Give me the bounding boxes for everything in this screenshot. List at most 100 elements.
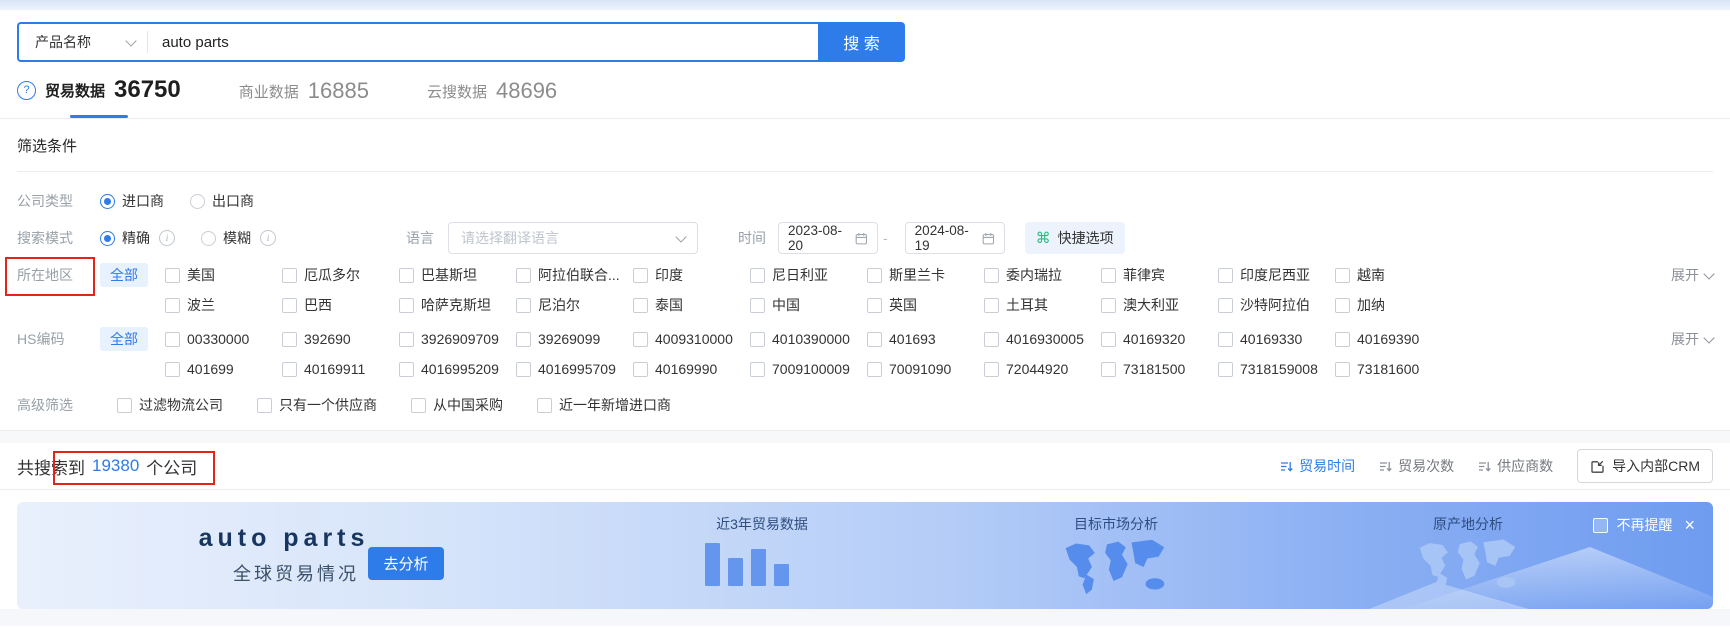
info-icon[interactable]: i	[159, 230, 175, 246]
region-checkbox[interactable]: 美国	[165, 260, 282, 290]
end-date-picker[interactable]: 2024-08-19	[904, 222, 1005, 254]
checkbox-icon	[399, 331, 414, 347]
checkbox-label: 尼日利亚	[772, 267, 828, 283]
region-checkbox[interactable]: 中国	[750, 290, 867, 320]
region-checkbox[interactable]: 澳大利亚	[1101, 290, 1218, 320]
region-checkbox[interactable]: 印度尼西亚	[1218, 260, 1335, 290]
checkbox-icon	[984, 297, 999, 313]
hs-code-checkbox[interactable]: 40169911	[282, 354, 399, 384]
checkbox-label: 4009310000	[655, 331, 733, 347]
radio-importer[interactable]: 进口商	[100, 186, 164, 216]
advanced-checkbox[interactable]: 只有一个供应商	[257, 390, 377, 420]
region-expand-link[interactable]: 展开	[1671, 265, 1715, 285]
search-category-select[interactable]: 产品名称	[19, 32, 147, 52]
radio-exact[interactable]: 精确 i	[100, 223, 175, 253]
region-checkbox[interactable]: 巴西	[282, 290, 399, 320]
checkbox-icon	[633, 267, 648, 283]
hs-all-chip[interactable]: 全部	[100, 327, 148, 351]
region-checkbox[interactable]: 越南	[1335, 260, 1452, 290]
hs-code-checkbox[interactable]: 4016995709	[516, 354, 633, 384]
region-checkbox[interactable]: 加纳	[1335, 290, 1452, 320]
region-checkbox[interactable]: 英国	[867, 290, 984, 320]
radio-fuzzy[interactable]: 模糊 i	[201, 223, 276, 253]
language-select[interactable]: 请选择翻译语言	[448, 222, 698, 254]
checkbox-label: 00330000	[187, 331, 250, 347]
search-button[interactable]: 搜 索	[818, 22, 905, 62]
hs-code-checkbox[interactable]: 00330000	[165, 324, 282, 354]
hs-expand-link[interactable]: 展开	[1671, 329, 1715, 349]
bar	[705, 543, 720, 586]
region-checkbox[interactable]: 土耳其	[984, 290, 1101, 320]
advanced-checkbox[interactable]: 近一年新增进口商	[537, 390, 671, 420]
region-checkbox[interactable]: 印度	[633, 260, 750, 290]
hs-code-checkbox[interactable]: 72044920	[984, 354, 1101, 384]
start-date-picker[interactable]: 2023-08-20	[778, 222, 878, 254]
hs-code-checkbox[interactable]: 70091090	[867, 354, 984, 384]
checkbox-icon	[984, 267, 999, 283]
region-checkbox[interactable]: 斯里兰卡	[867, 260, 984, 290]
radio-exporter[interactable]: 出口商	[190, 186, 254, 216]
tab-business-data[interactable]: 商业数据 16885	[239, 78, 369, 118]
checkbox-label: 392690	[304, 331, 351, 347]
close-icon[interactable]: ×	[1684, 516, 1695, 534]
hs-code-checkbox[interactable]: 40169990	[633, 354, 750, 384]
region-checkbox[interactable]: 哈萨克斯坦	[399, 290, 516, 320]
region-checkbox[interactable]: 菲律宾	[1101, 260, 1218, 290]
checkbox-icon	[1218, 267, 1233, 283]
hs-code-checkbox[interactable]: 3926909709	[399, 324, 516, 354]
region-checkbox[interactable]: 阿拉伯联合...	[516, 260, 633, 290]
language-placeholder: 请选择翻译语言	[461, 230, 559, 246]
region-checkbox[interactable]: 委内瑞拉	[984, 260, 1101, 290]
region-checkbox[interactable]: 泰国	[633, 290, 750, 320]
sort-by-supplier-count[interactable]: 供应商数	[1478, 456, 1553, 476]
checkbox-label: 委内瑞拉	[1006, 267, 1062, 283]
sort-by-trade-count[interactable]: 贸易次数	[1379, 456, 1454, 476]
quick-options-button[interactable]: ⌘ 快捷选项	[1024, 222, 1125, 254]
hs-code-checkbox[interactable]: 40169320	[1101, 324, 1218, 354]
checkbox-label: 巴西	[304, 297, 332, 313]
hs-code-checkbox[interactable]: 4016930005	[984, 324, 1101, 354]
region-checkbox[interactable]: 巴基斯坦	[399, 260, 516, 290]
hs-code-checkbox[interactable]: 40169390	[1335, 324, 1452, 354]
hs-code-checkbox[interactable]: 392690	[282, 324, 399, 354]
checkbox-icon	[867, 267, 882, 283]
dismiss-label: 不再提醒	[1616, 517, 1673, 533]
checkbox-label: 70091090	[889, 361, 952, 377]
chevron-down-icon	[675, 230, 687, 243]
hs-code-checkbox[interactable]: 73181500	[1101, 354, 1218, 384]
advanced-checkbox[interactable]: 过滤物流公司	[117, 390, 223, 420]
region-checkbox[interactable]: 尼日利亚	[750, 260, 867, 290]
region-checkbox[interactable]: 波兰	[165, 290, 282, 320]
hs-code-checkbox[interactable]: 401699	[165, 354, 282, 384]
go-analyze-button[interactable]: 去分析	[368, 547, 444, 580]
search-input[interactable]	[148, 33, 818, 51]
radio-label: 进口商	[122, 193, 164, 209]
hs-code-checkbox[interactable]: 4009310000	[633, 324, 750, 354]
hs-code-checkbox[interactable]: 7318159008	[1218, 354, 1335, 384]
checkbox-label: 印度尼西亚	[1240, 267, 1310, 283]
hs-code-checkbox[interactable]: 401693	[867, 324, 984, 354]
tab-trade-data[interactable]: ? 贸易数据 36750	[17, 76, 181, 118]
checkbox-icon	[1218, 331, 1233, 347]
region-checkbox[interactable]: 厄瓜多尔	[282, 260, 399, 290]
region-checkbox[interactable]: 尼泊尔	[516, 290, 633, 320]
hs-code-checkbox[interactable]: 73181600	[1335, 354, 1452, 384]
results-summary: 共搜索到 19380 个公司	[17, 456, 198, 478]
checkbox-label: 澳大利亚	[1123, 297, 1179, 313]
hs-code-checkbox[interactable]: 40169330	[1218, 324, 1335, 354]
help-icon[interactable]: ?	[17, 80, 36, 100]
hs-code-checkbox[interactable]: 7009100009	[750, 354, 867, 384]
import-crm-button[interactable]: 导入内部CRM	[1577, 449, 1713, 483]
hs-code-checkbox[interactable]: 39269099	[516, 324, 633, 354]
hs-code-checkbox[interactable]: 4016995209	[399, 354, 516, 384]
tab-cloud-search-data[interactable]: 云搜数据 48696	[427, 78, 557, 118]
sort-by-trade-time[interactable]: 贸易时间	[1280, 456, 1355, 476]
region-all-chip[interactable]: 全部	[100, 263, 148, 287]
hs-code-checkbox[interactable]: 4010390000	[750, 324, 867, 354]
dismiss-checkbox[interactable]	[1593, 517, 1609, 533]
checkbox-label: 越南	[1357, 267, 1385, 283]
company-type-row: 公司类型 进口商 出口商	[17, 172, 1713, 216]
info-icon[interactable]: i	[260, 230, 276, 246]
region-checkbox[interactable]: 沙特阿拉伯	[1218, 290, 1335, 320]
advanced-checkbox[interactable]: 从中国采购	[411, 390, 503, 420]
